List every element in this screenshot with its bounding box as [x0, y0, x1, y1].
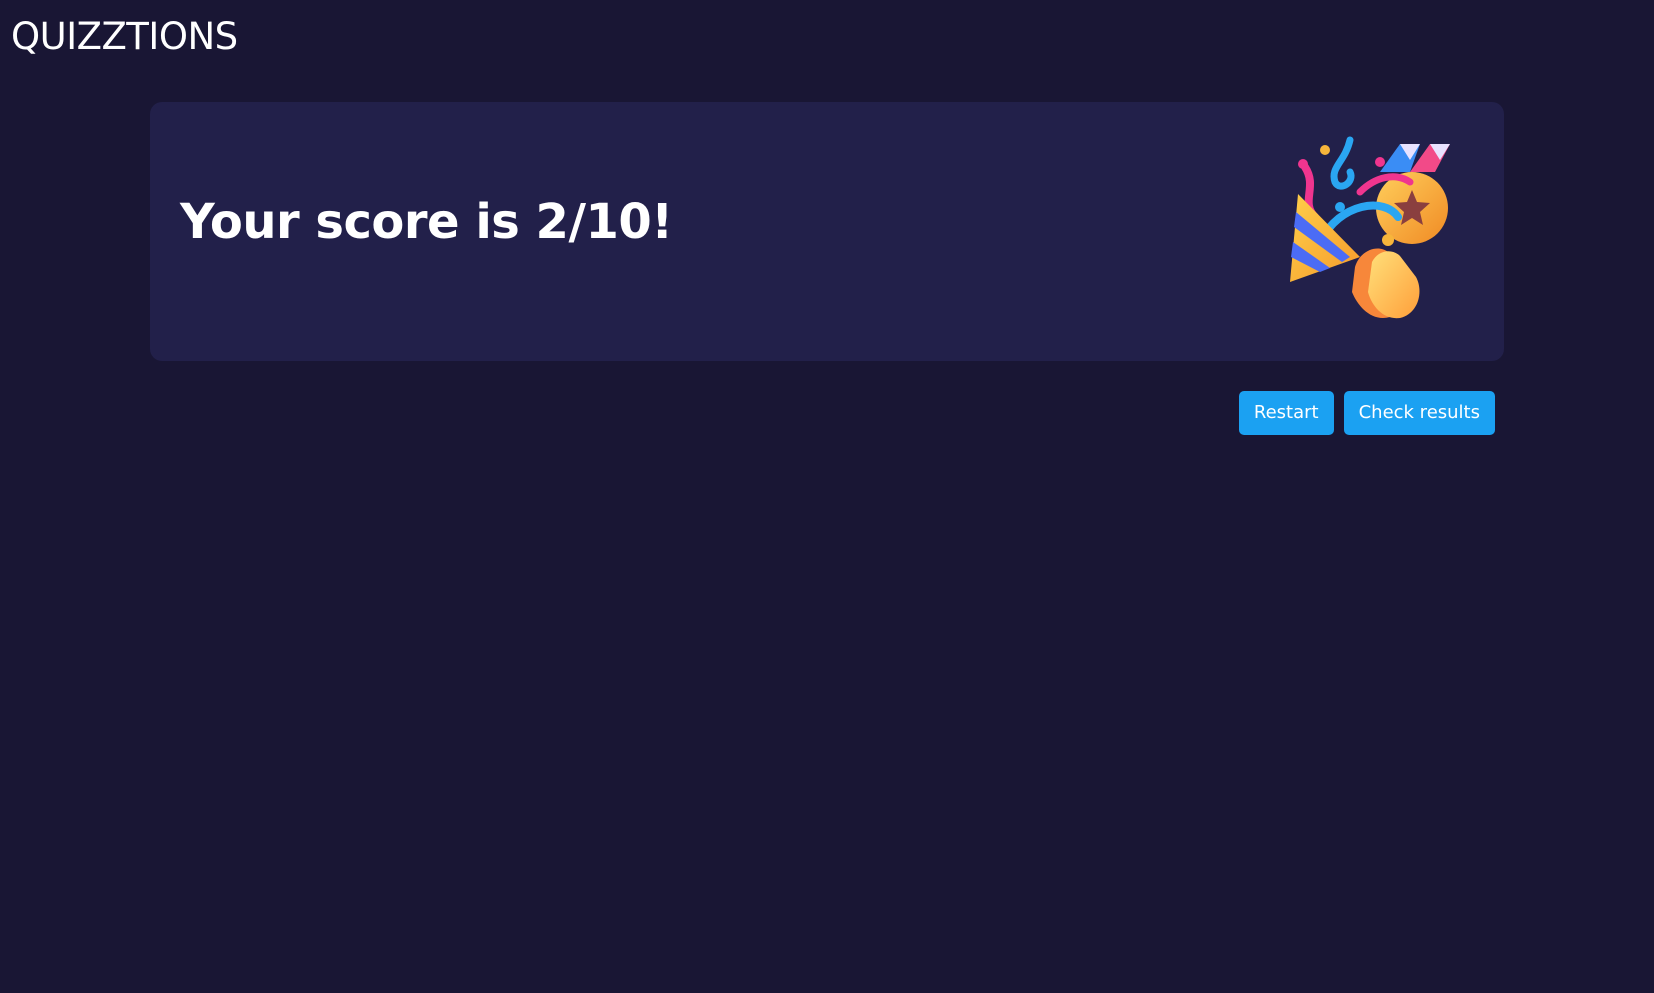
app-logo[interactable]: QUIZZTIONS	[11, 14, 238, 58]
restart-button[interactable]: Restart	[1238, 391, 1334, 435]
result-actions: Restart Check results	[1238, 391, 1495, 435]
score-card: Your score is 2/10!	[150, 102, 1504, 361]
score-title: Your score is 2/10!	[180, 194, 673, 250]
check-results-button[interactable]: Check results	[1343, 391, 1495, 435]
celebration-icon	[1290, 136, 1450, 319]
